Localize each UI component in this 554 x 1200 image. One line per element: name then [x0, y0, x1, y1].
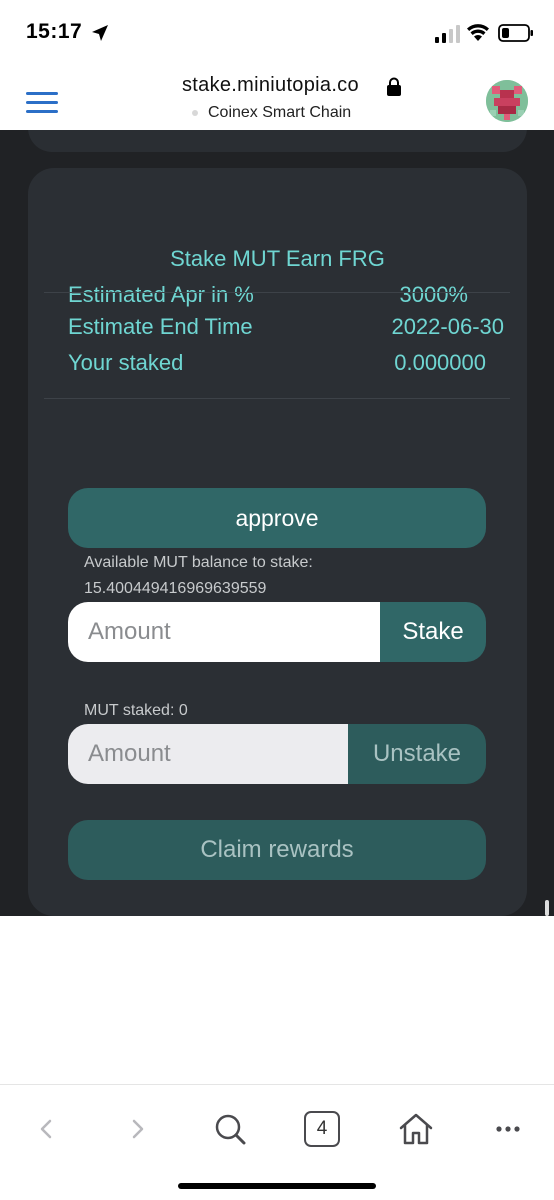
staked-label: Your staked [68, 350, 184, 375]
apr-value: 3000% [399, 282, 468, 307]
page-content: Stake MUT Earn FRG Estimated Apr in % 30… [0, 130, 554, 916]
approve-button[interactable]: approve [68, 488, 486, 548]
location-arrow-icon [92, 25, 108, 41]
stake-button[interactable]: Stake [380, 602, 486, 662]
forward-icon[interactable] [118, 1109, 158, 1149]
available-balance-value: 15.400449416969639559 [84, 580, 267, 597]
status-time: 15:17 [26, 20, 83, 43]
divider [44, 398, 510, 399]
staked-value: 0.000000 [394, 350, 486, 375]
available-balance-label: Available MUT balance to stake: [84, 554, 313, 571]
bottom-toolbar: 4 [0, 1084, 554, 1200]
claim-rewards-button[interactable]: Claim rewards [68, 820, 486, 880]
home-indicator[interactable] [178, 1183, 376, 1189]
cellular-signal-icon [435, 25, 460, 43]
network-status-dot [192, 110, 198, 116]
more-icon[interactable] [488, 1109, 528, 1149]
unstake-amount-input[interactable] [68, 724, 348, 784]
end-time-label: Estimate End Time [68, 314, 253, 339]
home-icon[interactable] [396, 1109, 436, 1149]
search-icon[interactable] [210, 1109, 250, 1149]
address-bar[interactable]: stake.miniutopia.co Coinex Smart Chain [150, 74, 410, 124]
browser-toolbar: stake.miniutopia.co Coinex Smart Chain [0, 64, 554, 130]
unstake-button[interactable]: Unstake [348, 724, 486, 784]
apr-label: Estimated Apr in % [68, 282, 254, 307]
lock-icon [387, 77, 401, 96]
mut-staked-label: MUT staked: 0 [84, 702, 188, 719]
divider [44, 292, 510, 293]
battery-icon [498, 24, 533, 42]
url-text: stake.miniutopia.co [182, 74, 359, 96]
back-icon[interactable] [26, 1109, 66, 1149]
scrollbar[interactable] [545, 900, 549, 916]
menu-icon[interactable] [26, 92, 58, 116]
stake-input-group: Stake [68, 602, 486, 662]
network-name: Coinex Smart Chain [208, 104, 352, 121]
wifi-icon [467, 24, 489, 41]
stake-amount-input[interactable] [68, 602, 380, 662]
end-time-value: 2022-06-30 [391, 314, 504, 339]
status-bar: 15:17 [0, 0, 554, 64]
unstake-input-group: Unstake [68, 724, 486, 784]
stake-card: Stake MUT Earn FRG Estimated Apr in % 30… [28, 168, 527, 916]
tabs-icon[interactable]: 4 [304, 1111, 340, 1147]
stake-card-title: Stake MUT Earn FRG [170, 246, 385, 271]
avatar[interactable] [486, 80, 528, 122]
previous-card [28, 130, 527, 152]
